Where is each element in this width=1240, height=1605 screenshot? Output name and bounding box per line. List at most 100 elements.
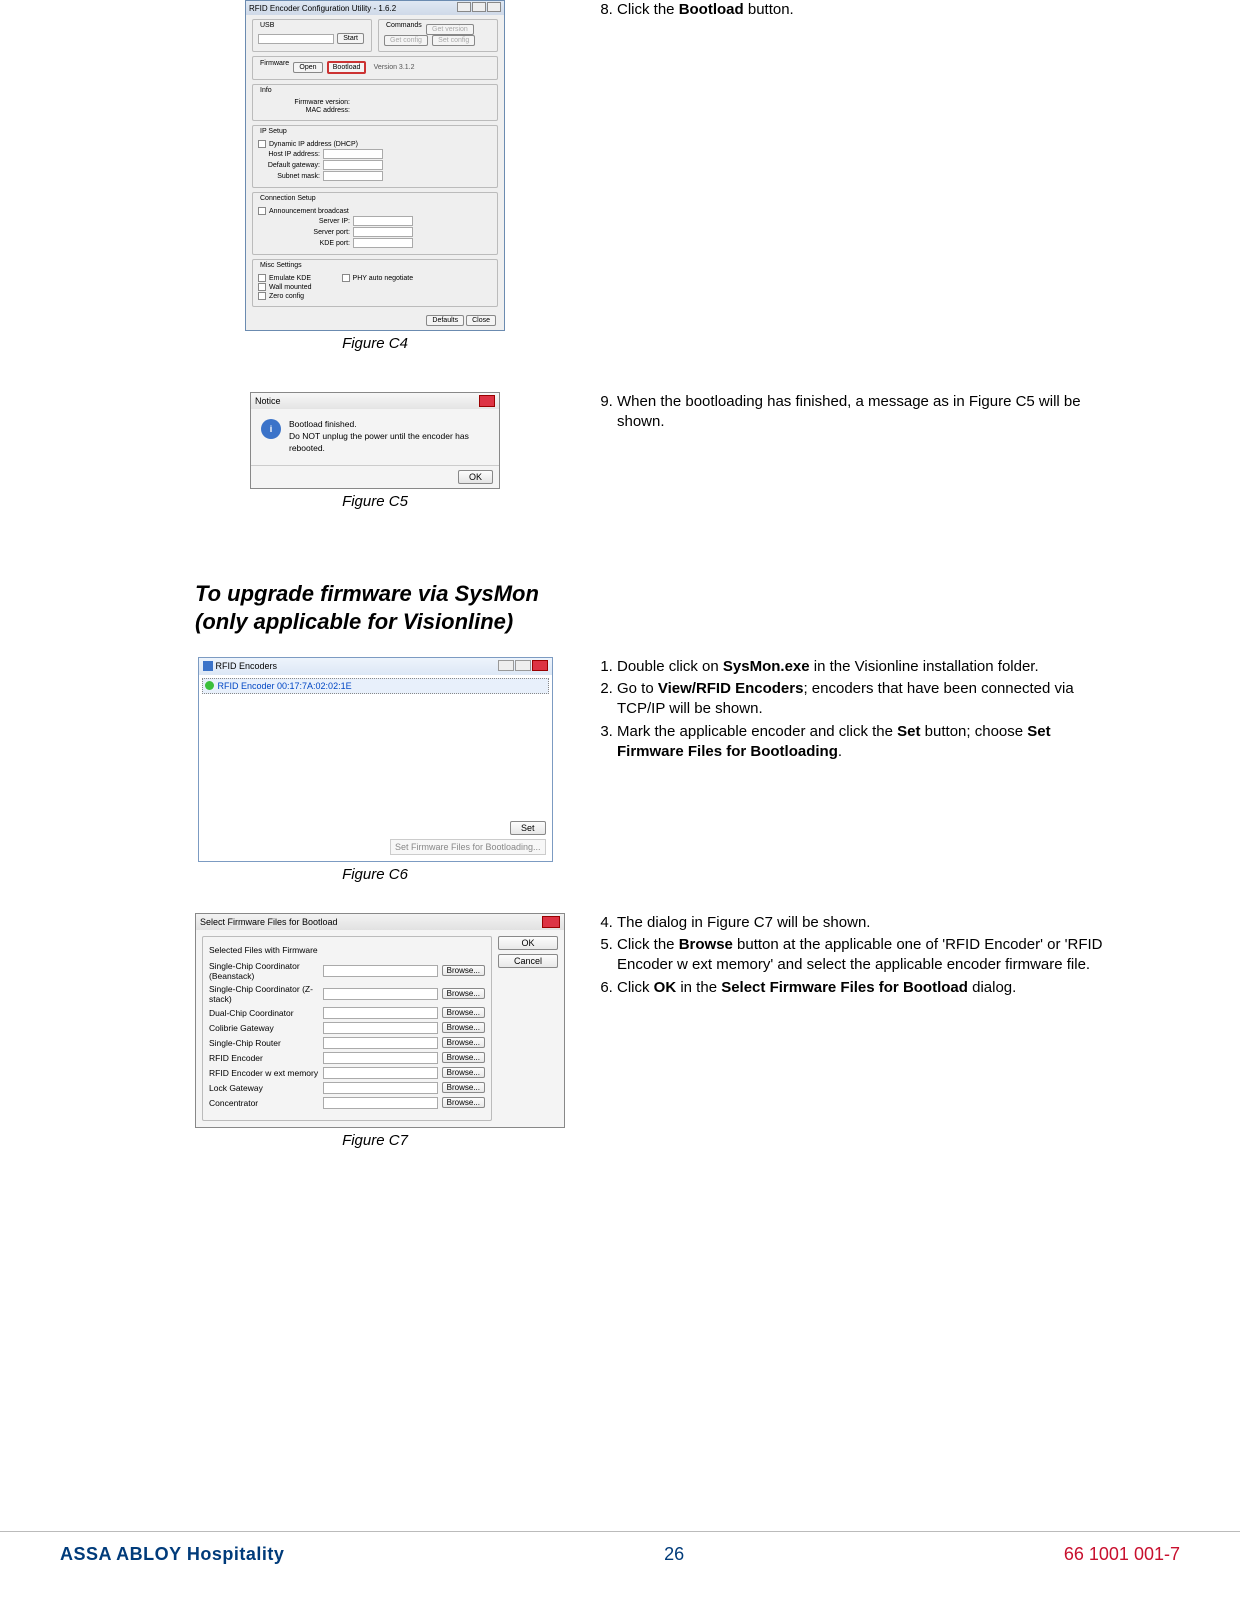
browse-button[interactable]: Browse... <box>442 1067 485 1078</box>
file-path-input[interactable] <box>323 1067 438 1079</box>
set-config-button[interactable]: Set config <box>432 35 475 46</box>
step-3: Mark the applicable encoder and click th… <box>617 722 1120 763</box>
phy-label: PHY auto negotiate <box>353 275 414 282</box>
list-item[interactable]: RFID Encoder 00:17:7A:02:02:1E <box>202 678 549 694</box>
file-path-input[interactable] <box>323 1007 438 1019</box>
encoders-title: RFID Encoders <box>216 661 278 671</box>
file-path-input[interactable] <box>323 1097 438 1109</box>
hostip-label: Host IP address: <box>258 151 323 158</box>
config-window: RFID Encoder Configuration Utility - 1.6… <box>245 0 505 331</box>
serverip-input[interactable] <box>353 216 413 226</box>
file-path-input[interactable] <box>323 1082 438 1094</box>
figure-c6-container: RFID Encoders RFID Encoder 00:17:7A:02:0… <box>195 657 555 883</box>
dialog-title: Select Firmware Files for Bootload <box>200 917 338 927</box>
step-9: When the bootloading has finished, a mes… <box>617 392 1120 433</box>
ok-button[interactable]: OK <box>498 936 558 950</box>
encoder-item-label: RFID Encoder 00:17:7A:02:02:1E <box>218 681 352 691</box>
page-footer: ASSA ABLOY Hospitality 26 66 1001 001-7 <box>0 1531 1240 1565</box>
browse-button[interactable]: Browse... <box>442 1007 485 1018</box>
status-icon <box>205 681 214 690</box>
ipsetup-group-label: IP Setup <box>258 128 289 135</box>
figure-c4-container: RFID Encoder Configuration Utility - 1.6… <box>195 0 555 352</box>
set-menu-item[interactable]: Set Firmware Files for Bootloading... <box>390 839 546 855</box>
firmware-group-label: Firmware <box>258 60 291 67</box>
figure-c7-container: Select Firmware Files for Bootload Selec… <box>195 913 555 1149</box>
hostip-input[interactable] <box>323 149 383 159</box>
browse-button[interactable]: Browse... <box>442 1037 485 1048</box>
start-button[interactable]: Start <box>337 33 364 44</box>
file-row: ConcentratorBrowse... <box>209 1097 485 1109</box>
browse-button[interactable]: Browse... <box>442 1082 485 1093</box>
figure-c7-caption: Figure C7 <box>195 1132 555 1149</box>
connsetup-group-label: Connection Setup <box>258 195 318 202</box>
emulate-label: Emulate KDE <box>269 275 311 282</box>
file-row: Single-Chip RouterBrowse... <box>209 1037 485 1049</box>
step-2: Go to View/RFID Encoders; encoders that … <box>617 679 1120 720</box>
section-title: To upgrade firmware via SysMon (only app… <box>195 580 1120 637</box>
subnet-input[interactable] <box>323 171 383 181</box>
dhcp-label: Dynamic IP address (DHCP) <box>269 141 358 148</box>
app-icon <box>203 661 213 671</box>
cancel-button[interactable]: Cancel <box>498 954 558 968</box>
file-path-input[interactable] <box>323 1052 438 1064</box>
zero-label: Zero config <box>269 293 304 300</box>
ok-button[interactable]: OK <box>458 470 493 484</box>
usb-group-label: USB <box>258 22 276 29</box>
file-row: Dual-Chip Coordinator Browse... <box>209 1007 485 1019</box>
mac-label: MAC address: <box>258 107 353 114</box>
serverip-label: Server IP: <box>258 218 353 225</box>
file-row-label: RFID Encoder w ext memory <box>209 1068 319 1078</box>
window-controls[interactable] <box>497 660 548 673</box>
browse-button[interactable]: Browse... <box>442 1022 485 1033</box>
file-row: Single-Chip Coordinator (Beanstack)Brows… <box>209 961 485 981</box>
footer-brand: ASSA ABLOY Hospitality <box>60 1544 284 1565</box>
window-title: RFID Encoder Configuration Utility - 1.6… <box>249 4 396 13</box>
select-files-dialog: Select Firmware Files for Bootload Selec… <box>195 913 565 1128</box>
file-row: Single-Chip Coordinator (Z-stack)Browse.… <box>209 984 485 1004</box>
notice-line2: Do NOT unplug the power until the encode… <box>289 431 489 455</box>
footer-doc: 66 1001 001-7 <box>1064 1544 1180 1565</box>
file-path-input[interactable] <box>323 1022 438 1034</box>
file-row: RFID EncoderBrowse... <box>209 1052 485 1064</box>
step-6: Click OK in the Select Firmware Files fo… <box>617 978 1120 998</box>
footer-page: 26 <box>664 1544 684 1565</box>
wall-checkbox[interactable] <box>258 283 266 291</box>
open-button[interactable]: Open <box>293 62 322 73</box>
dhcp-checkbox[interactable] <box>258 140 266 148</box>
close-icon[interactable] <box>479 395 495 407</box>
browse-button[interactable]: Browse... <box>442 1052 485 1063</box>
step-4: The dialog in Figure C7 will be shown. <box>617 913 1120 933</box>
close-button[interactable]: Close <box>466 315 496 326</box>
close-icon[interactable] <box>542 916 560 928</box>
figure-c5-caption: Figure C5 <box>195 493 555 510</box>
kdeport-input[interactable] <box>353 238 413 248</box>
gateway-input[interactable] <box>323 160 383 170</box>
defaults-button[interactable]: Defaults <box>426 315 464 326</box>
encoders-window: RFID Encoders RFID Encoder 00:17:7A:02:0… <box>198 657 553 862</box>
announce-checkbox[interactable] <box>258 207 266 215</box>
window-controls[interactable] <box>456 2 501 14</box>
browse-button[interactable]: Browse... <box>442 988 485 999</box>
bootload-button[interactable]: Bootload <box>327 61 367 74</box>
usb-select[interactable] <box>258 34 334 44</box>
file-path-input[interactable] <box>323 965 438 977</box>
figure-c6-caption: Figure C6 <box>195 866 555 883</box>
set-button[interactable]: Set <box>510 821 546 835</box>
info-icon: i <box>261 419 281 439</box>
phy-checkbox[interactable] <box>342 274 350 282</box>
serverport-input[interactable] <box>353 227 413 237</box>
emulate-checkbox[interactable] <box>258 274 266 282</box>
file-path-input[interactable] <box>323 1037 438 1049</box>
browse-button[interactable]: Browse... <box>442 965 485 976</box>
browse-button[interactable]: Browse... <box>442 1097 485 1108</box>
file-row: Colibrie GatewayBrowse... <box>209 1022 485 1034</box>
get-version-button[interactable]: Get version <box>426 24 474 35</box>
figure-c4-caption: Figure C4 <box>195 335 555 352</box>
zero-checkbox[interactable] <box>258 292 266 300</box>
file-row-label: Lock Gateway <box>209 1083 319 1093</box>
get-config-button[interactable]: Get config <box>384 35 428 46</box>
file-path-input[interactable] <box>323 988 438 1000</box>
file-row-label: Dual-Chip Coordinator <box>209 1008 319 1018</box>
notice-dialog: Notice i Bootload finished. Do NOT unplu… <box>250 392 500 489</box>
step-8: Click the Bootload button. <box>617 0 1120 20</box>
